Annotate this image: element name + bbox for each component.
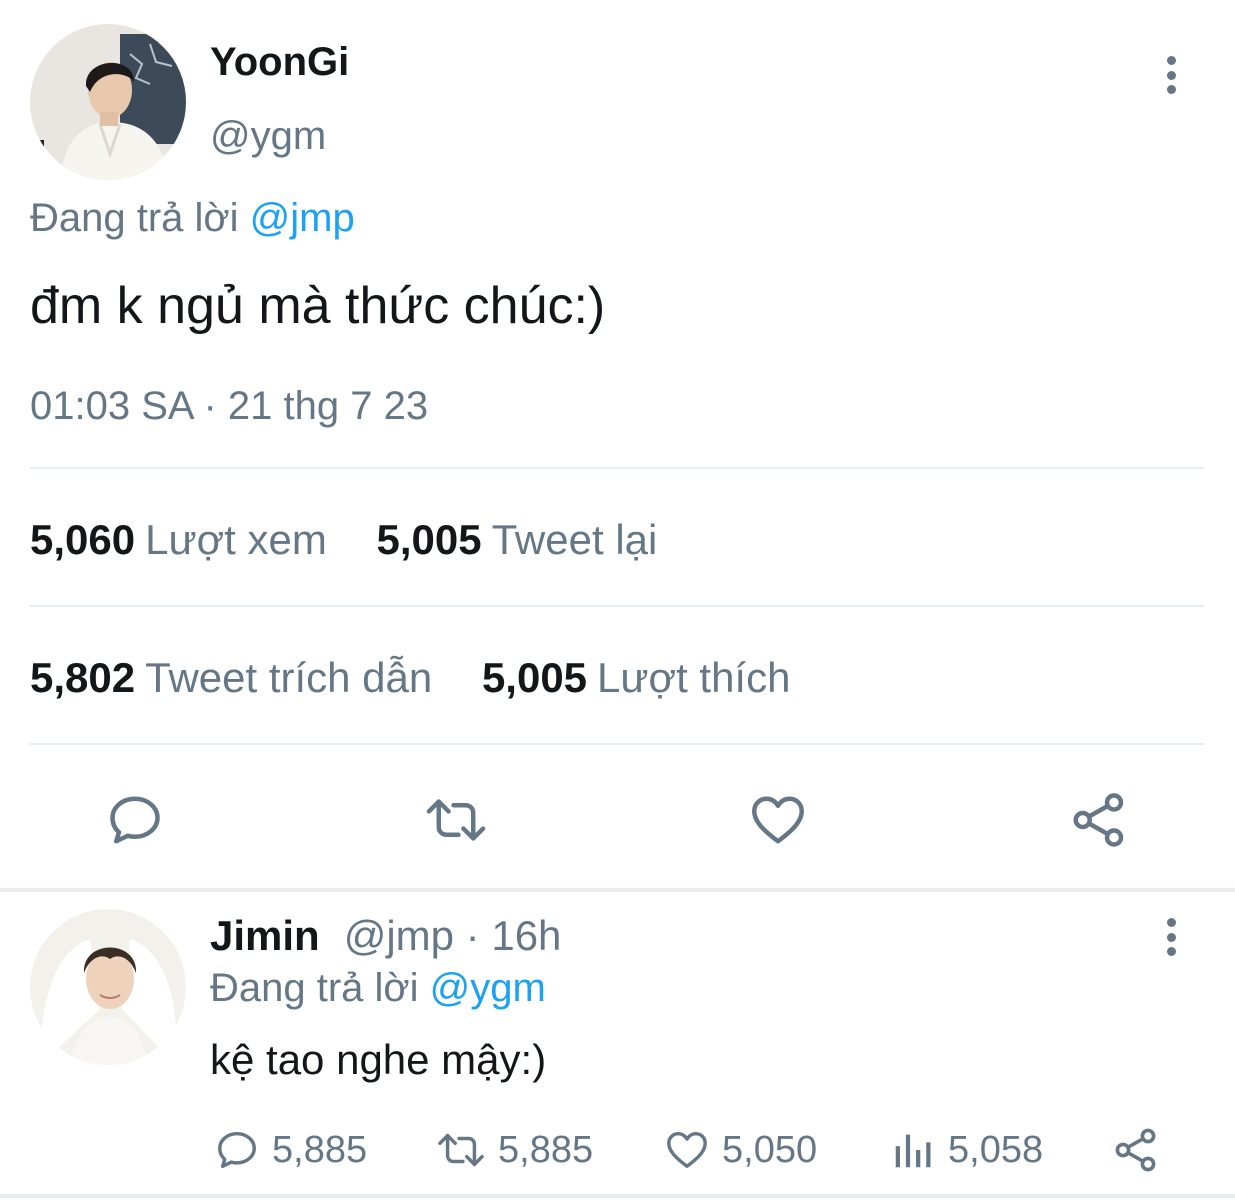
views-count: 5,058 (948, 1128, 1044, 1171)
author-handle[interactable]: @ygm (210, 114, 326, 159)
retweets-stat[interactable]: 5,005 Tweet lại (376, 516, 657, 564)
quotes-label: Tweet trích dẫn (145, 654, 433, 701)
main-tweet: YoonGi @ygm Đang trả lời @jmp đm k ngủ m… (0, 0, 1235, 890)
retweet-count: 5,885 (498, 1128, 594, 1171)
reply-count-button[interactable]: 5,885 (214, 1122, 367, 1178)
replying-to-mention[interactable]: @ygm (430, 966, 546, 1010)
views-count-button[interactable]: 5,058 (890, 1122, 1043, 1178)
reply-author-name[interactable]: Jimin (210, 912, 320, 959)
reply-avatar[interactable] (30, 909, 186, 1065)
avatar-photo (30, 24, 186, 180)
views-stat[interactable]: 5,060 Lượt xem (30, 516, 327, 564)
divider (30, 605, 1204, 607)
retweet-count-button[interactable]: 5,885 (436, 1122, 593, 1178)
quotes-count: 5,802 (30, 654, 136, 701)
retweets-label: Tweet lại (491, 516, 658, 563)
reply-header: Jimin @jmp · 16h (210, 912, 561, 960)
reply-icon[interactable] (95, 780, 175, 860)
share-icon (1115, 1128, 1156, 1172)
reply-handle-time[interactable]: @jmp · 16h (344, 912, 562, 959)
reply-tweet-text: kệ tao nghe mậy:) (210, 1036, 547, 1083)
stats-row-2: 5,802 Tweet trích dẫn 5,005 Lượt thích (30, 654, 828, 702)
like-icon (667, 1131, 707, 1169)
section-separator (0, 1194, 1235, 1198)
tweet-action-bar (0, 780, 1235, 860)
share-button[interactable] (1112, 1122, 1160, 1178)
avatar-photo (30, 909, 186, 1065)
replying-to-line: Đang trả lời @jmp (30, 196, 355, 241)
like-icon[interactable] (738, 780, 818, 860)
reply-icon (218, 1131, 256, 1169)
share-icon[interactable] (1059, 780, 1139, 860)
divider (30, 467, 1204, 469)
tweet-timestamp[interactable]: 01:03 SA · 21 thg 7 23 (30, 384, 428, 429)
reply-action-bar: 5,885 5,885 5,050 5,058 (0, 1122, 1235, 1178)
reply-count: 5,885 (272, 1128, 368, 1171)
avatar[interactable] (30, 24, 186, 180)
more-options-icon[interactable] (1156, 50, 1186, 100)
section-separator (0, 888, 1235, 892)
views-label: Lượt xem (145, 516, 327, 563)
likes-count: 5,005 (481, 654, 588, 701)
tweet-detail-page: YoonGi @ygm Đang trả lời @jmp đm k ngủ m… (0, 0, 1235, 1200)
replying-to-prefix: Đang trả lời (30, 196, 239, 240)
stats-row-1: 5,060 Lượt xem 5,005 Tweet lại (30, 516, 695, 564)
retweet-icon[interactable] (416, 780, 496, 860)
retweets-count: 5,005 (376, 516, 482, 563)
tweet-text: đm k ngủ mà thức chúc:) (30, 277, 606, 335)
likes-stat[interactable]: 5,005 Lượt thích (482, 654, 791, 702)
likes-label: Lượt thích (597, 654, 791, 701)
replying-to-prefix: Đang trả lời (210, 966, 419, 1010)
more-options-icon[interactable] (1156, 912, 1186, 962)
like-count: 5,050 (722, 1128, 818, 1171)
analytics-icon (895, 1134, 931, 1168)
views-count: 5,060 (30, 516, 136, 563)
divider (30, 743, 1204, 745)
quotes-stat[interactable]: 5,802 Tweet trích dẫn (30, 654, 432, 702)
author-display-name[interactable]: YoonGi (210, 40, 349, 85)
replying-to-mention[interactable]: @jmp (250, 196, 355, 240)
retweet-icon (438, 1133, 484, 1167)
like-count-button[interactable]: 5,050 (664, 1122, 817, 1178)
replying-to-line: Đang trả lời @ygm (210, 966, 546, 1011)
